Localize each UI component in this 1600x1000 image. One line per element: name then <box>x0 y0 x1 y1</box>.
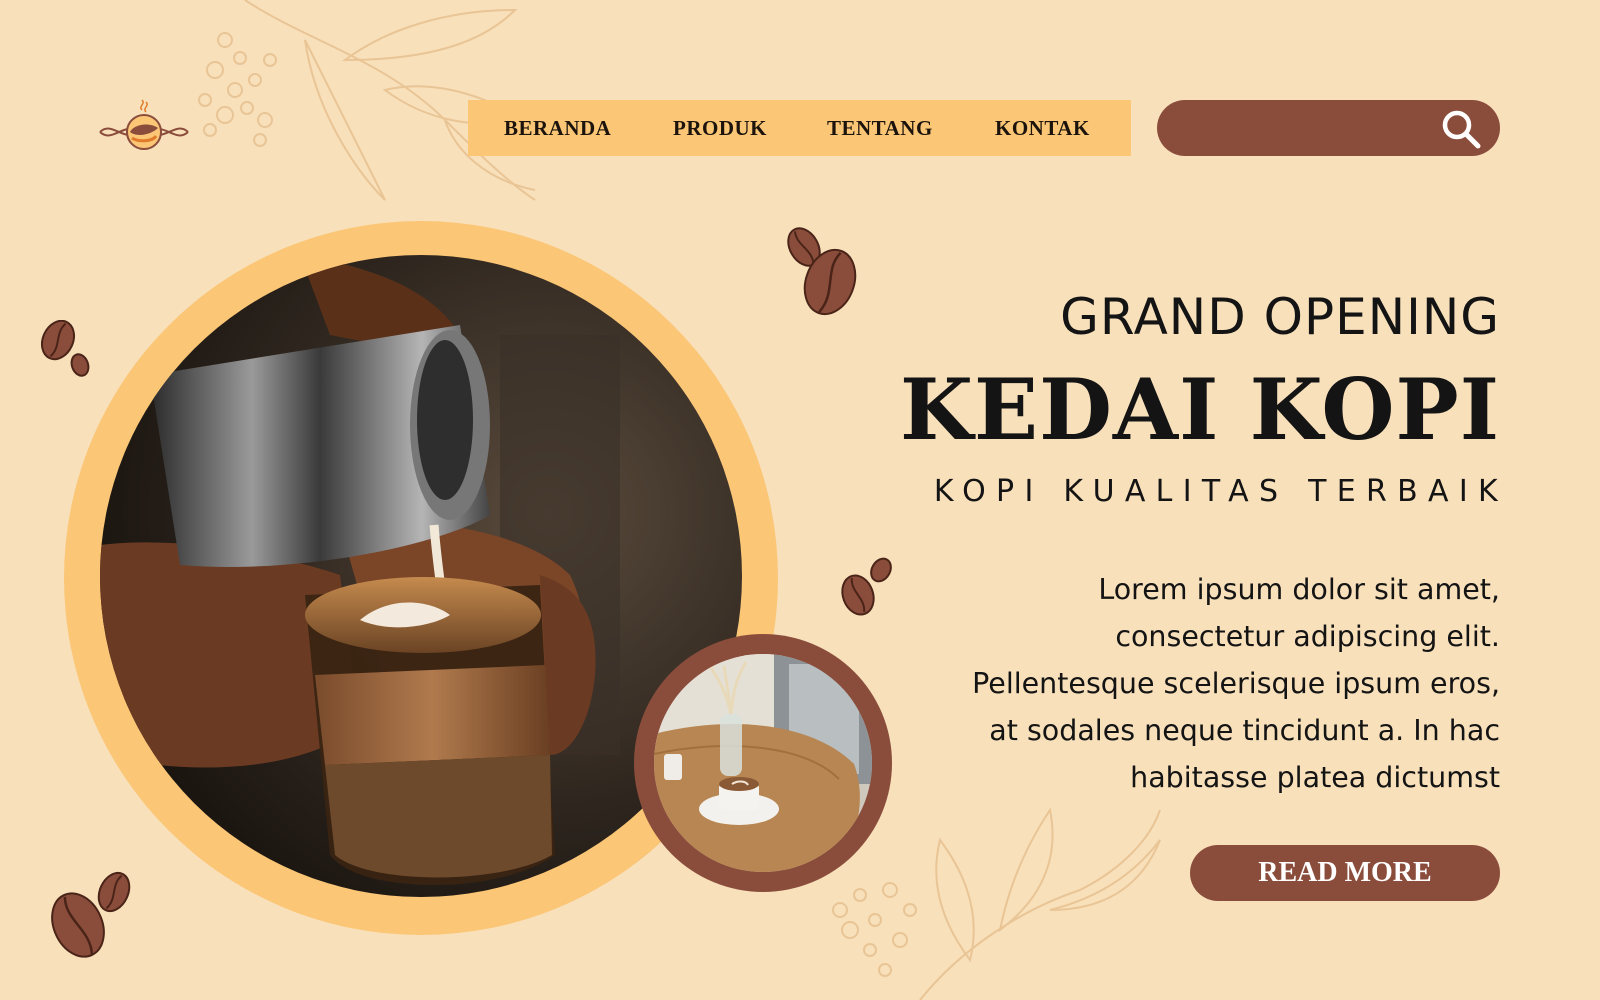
hero-description: Lorem ipsum dolor sit amet, consectetur … <box>972 573 1500 794</box>
coffee-beans-icon <box>841 557 892 616</box>
search-bar <box>1157 100 1500 156</box>
coffee-beans-icon <box>40 320 90 377</box>
search-icon[interactable] <box>1440 108 1482 150</box>
nav-item-tentang[interactable]: TENTANG <box>827 116 933 141</box>
hero-tagline: KOPI KUALITAS TERBAIK <box>933 474 1508 509</box>
hero-title: KEDAI KOPI <box>900 360 1500 459</box>
coffee-beans-icon <box>51 871 131 958</box>
read-more-button[interactable]: READ MORE <box>1190 845 1500 901</box>
logo <box>99 99 189 150</box>
nav-item-beranda[interactable]: BERANDA <box>504 116 611 141</box>
nav-item-kontak[interactable]: KONTAK <box>995 116 1090 141</box>
search-input[interactable] <box>1181 110 1435 148</box>
nav-item-produk[interactable]: PRODUK <box>673 116 767 141</box>
main-nav: BERANDA PRODUK TENTANG KONTAK <box>468 100 1131 156</box>
cafe-table-image <box>654 654 872 872</box>
hero-kicker: GRAND OPENING <box>1060 288 1500 346</box>
coffee-beans-icon <box>787 227 857 316</box>
leaf-decoration-bottom <box>832 807 1161 1000</box>
